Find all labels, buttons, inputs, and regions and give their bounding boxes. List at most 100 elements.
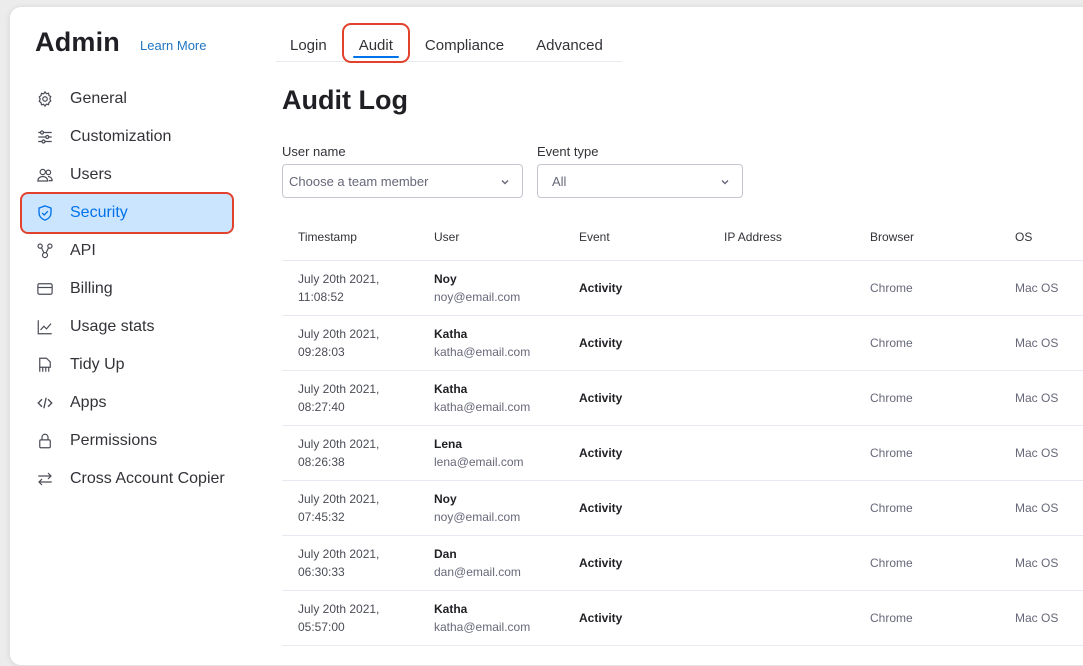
- tab-compliance[interactable]: Compliance: [409, 24, 520, 62]
- user-cell: Noy noy@email.com: [418, 480, 563, 536]
- table-row[interactable]: July 20th 2021, 08:26:38 Lena lena@email.co…: [282, 425, 1083, 481]
- os-cell: Mac OS: [999, 535, 1083, 591]
- event-cell: Activity: [563, 480, 708, 536]
- timestamp-cell: July 20th 2021, 09:28:03: [282, 315, 418, 371]
- os-value: Mac OS: [1015, 500, 1059, 515]
- user-email: noy@email.com: [434, 289, 521, 304]
- timestamp-date: July 20th 2021,: [298, 381, 380, 396]
- sidebar-item-usage-stats[interactable]: Usage stats: [22, 308, 232, 346]
- lock-icon: [36, 432, 54, 450]
- browser-value: Chrome: [870, 610, 913, 625]
- column-header-browser[interactable]: Browser: [854, 214, 999, 261]
- sidebar-item-permissions[interactable]: Permissions: [22, 422, 232, 460]
- ip-address-cell: [708, 480, 854, 536]
- browser-value: Chrome: [870, 390, 913, 405]
- user-cell: Katha katha@email.com: [418, 370, 563, 426]
- browser-value: Chrome: [870, 445, 913, 460]
- user-name: Noy: [434, 271, 457, 286]
- tab-login[interactable]: Login: [276, 24, 343, 62]
- browser-cell: Chrome: [854, 425, 999, 481]
- sidebar-item-billing[interactable]: Billing: [22, 270, 232, 308]
- ip-address-cell: [708, 425, 854, 481]
- event-type-dropdown[interactable]: All: [537, 164, 743, 198]
- event-value: Activity: [579, 500, 623, 515]
- timestamp-time: 05:57:00: [298, 619, 345, 634]
- user-cell: Noy noy@email.com: [418, 260, 563, 316]
- column-header-event[interactable]: Event: [563, 214, 708, 261]
- learn-more-link[interactable]: Learn More: [140, 38, 206, 53]
- browser-cell: Chrome: [854, 535, 999, 591]
- sidebar-item-security[interactable]: Security: [20, 192, 234, 234]
- chart-icon: [36, 318, 54, 336]
- user-email: katha@email.com: [434, 619, 531, 634]
- event-type-label: Event type: [537, 144, 599, 159]
- timestamp-cell: July 20th 2021, 07:45:32: [282, 480, 418, 536]
- table-row[interactable]: July 20th 2021, 09:28:03 Katha katha@email.…: [282, 315, 1083, 371]
- sidebar-item-label: API: [70, 242, 96, 259]
- browser-cell: Chrome: [854, 480, 999, 536]
- table-row[interactable]: July 20th 2021, 05:57:00 Katha katha@email.…: [282, 590, 1083, 646]
- sidebar-item-users[interactable]: Users: [22, 156, 232, 194]
- timestamp-time: 07:45:32: [298, 509, 345, 524]
- os-value: Mac OS: [1015, 445, 1059, 460]
- sidebar-item-customization[interactable]: Customization: [22, 118, 232, 156]
- table-row[interactable]: July 20th 2021, 11:08:52 Noy noy@email.com A…: [282, 260, 1083, 316]
- broom-icon: [36, 356, 54, 374]
- sidebar-item-label: General: [70, 90, 127, 107]
- ip-address-cell: [708, 590, 854, 646]
- tab-audit[interactable]: Audit: [341, 23, 410, 63]
- sidebar-item-label: Customization: [70, 128, 172, 145]
- sidebar-item-label: Billing: [70, 280, 113, 297]
- event-value: Activity: [579, 445, 623, 460]
- os-cell: Mac OS: [999, 370, 1083, 426]
- code-icon: [36, 394, 54, 412]
- timestamp-date: July 20th 2021,: [298, 326, 380, 341]
- browser-value: Chrome: [870, 280, 913, 295]
- event-cell: Activity: [563, 370, 708, 426]
- user-name: Dan: [434, 546, 457, 561]
- page-brand-title: Admin: [35, 27, 120, 57]
- event-value: Activity: [579, 280, 623, 295]
- tab-advanced[interactable]: Advanced: [520, 24, 619, 62]
- user-name-dropdown[interactable]: Choose a team member: [282, 164, 523, 198]
- browser-cell: Chrome: [854, 315, 999, 371]
- sidebar: Admin Learn More General Customization U…: [10, 7, 250, 665]
- table-row[interactable]: July 20th 2021, 08:27:40 Katha katha@email.…: [282, 370, 1083, 426]
- sidebar-nav: General Customization Users Security API…: [20, 80, 234, 498]
- column-header-user[interactable]: User: [418, 214, 563, 261]
- sidebar-item-label: Cross Account Copier: [70, 470, 225, 487]
- sidebar-item-apps[interactable]: Apps: [22, 384, 232, 422]
- user-name: Noy: [434, 491, 457, 506]
- audit-table-body: July 20th 2021, 11:08:52 Noy noy@email.com A…: [282, 260, 1083, 646]
- table-header-row: Timestamp User Event IP Address Browser …: [282, 214, 1083, 261]
- column-header-timestamp[interactable]: Timestamp: [282, 214, 418, 261]
- sidebar-item-api[interactable]: API: [22, 232, 232, 270]
- audit-log-table: Timestamp User Event IP Address Browser …: [282, 214, 1083, 646]
- credit-card-icon: [36, 280, 54, 298]
- column-header-os[interactable]: OS: [999, 214, 1083, 261]
- sidebar-item-general[interactable]: General: [22, 80, 232, 118]
- sidebar-item-label: Usage stats: [70, 318, 155, 335]
- os-cell: Mac OS: [999, 425, 1083, 481]
- admin-tabs: Login Audit Compliance Advanced: [276, 23, 622, 63]
- users-icon: [36, 166, 54, 184]
- user-cell: Lena lena@email.com: [418, 425, 563, 481]
- event-value: Activity: [579, 335, 623, 350]
- browser-cell: Chrome: [854, 370, 999, 426]
- column-header-ip-address[interactable]: IP Address: [708, 214, 854, 261]
- table-row[interactable]: July 20th 2021, 07:45:32 Noy noy@email.com A…: [282, 480, 1083, 536]
- sidebar-item-tidy-up[interactable]: Tidy Up: [22, 346, 232, 384]
- event-value: Activity: [579, 555, 623, 570]
- timestamp-cell: July 20th 2021, 08:27:40: [282, 370, 418, 426]
- table-row[interactable]: July 20th 2021, 06:30:33 Dan dan@email.com A…: [282, 535, 1083, 591]
- event-cell: Activity: [563, 590, 708, 646]
- timestamp-cell: July 20th 2021, 05:57:00: [282, 590, 418, 646]
- ip-address-cell: [708, 260, 854, 316]
- timestamp-date: July 20th 2021,: [298, 601, 380, 616]
- user-email: katha@email.com: [434, 399, 531, 414]
- timestamp-time: 11:08:52: [298, 289, 344, 304]
- sidebar-item-cross-account-copier[interactable]: Cross Account Copier: [22, 460, 232, 498]
- main-content: Login Audit Compliance Advanced Audit Lo…: [272, 7, 1083, 665]
- event-value: Activity: [579, 390, 623, 405]
- timestamp-cell: July 20th 2021, 08:26:38: [282, 425, 418, 481]
